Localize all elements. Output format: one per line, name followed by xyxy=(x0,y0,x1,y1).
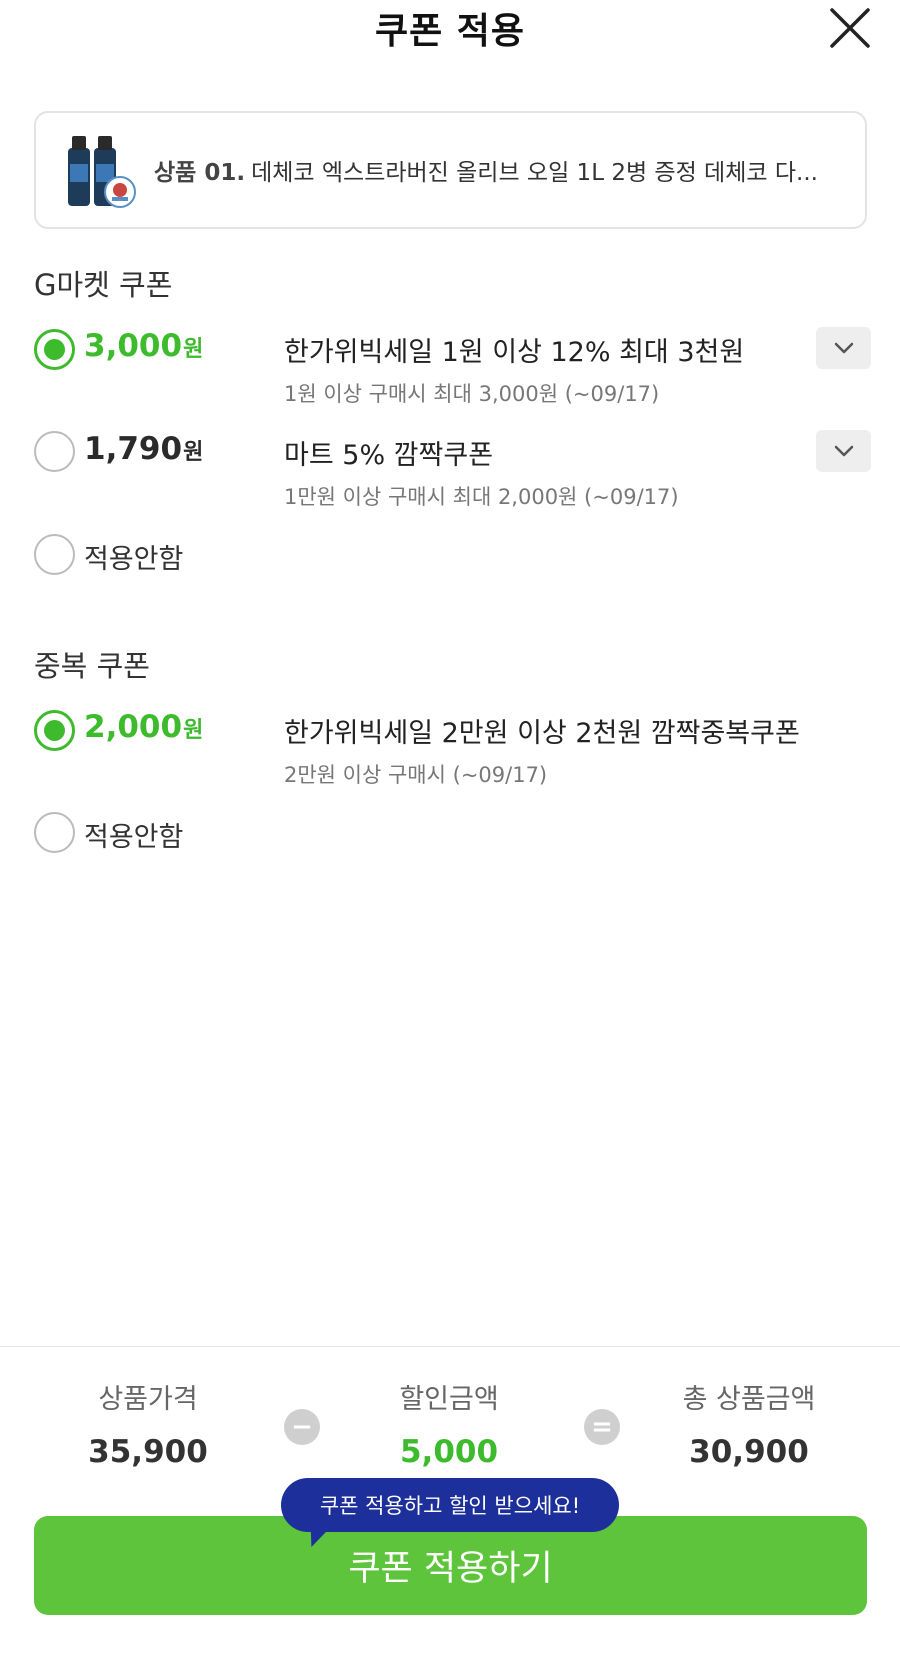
product-name: 상품 01. 데체코 엑스트라버진 올리브 오일 1L 2병 증정 데체코 다..… xyxy=(154,153,834,187)
coupon-radio[interactable] xyxy=(34,431,75,472)
price-summary: 상품가격 35,900 xyxy=(18,1377,278,1470)
minus-icon: − xyxy=(284,1409,320,1445)
discount-value: 5,000 xyxy=(399,1434,499,1470)
modal-header: 쿠폰 적용 xyxy=(0,0,900,60)
coupon-name: 한가위빅세일 1원 이상 12% 최대 3천원 xyxy=(284,337,745,368)
close-icon xyxy=(830,8,870,48)
total-value: 30,900 xyxy=(689,1434,809,1470)
product-card: 상품 01. 데체코 엑스트라버진 올리브 오일 1L 2병 증정 데체코 다..… xyxy=(34,111,867,229)
coupon-name: 마트 5% 깜짝쿠폰 xyxy=(284,440,494,471)
coupon-radio-selected[interactable] xyxy=(34,710,75,751)
product-title: 데체코 엑스트라버진 올리브 오일 1L 2병 증정 데체코 다... xyxy=(251,160,818,186)
none-label: 적용안함 xyxy=(84,544,184,575)
coupon-amount: 1,790원 xyxy=(84,431,204,467)
none-label: 적용안함 xyxy=(84,822,184,853)
close-button[interactable] xyxy=(828,6,872,50)
dup-coupon-title: 중복 쿠폰 xyxy=(34,649,150,683)
coupon-expand-button[interactable] xyxy=(816,327,871,369)
coupon-radio-none[interactable] xyxy=(34,534,75,575)
coupon-expand-button[interactable] xyxy=(816,430,871,472)
total-label: 총 상품금액 xyxy=(682,1384,816,1415)
product-thumbnail xyxy=(68,136,136,208)
coupon-desc: 2만원 이상 구매시 (~09/17) xyxy=(284,763,548,787)
discount-summary: 할인금액 5,000 xyxy=(319,1377,579,1470)
equals-icon: = xyxy=(584,1409,620,1445)
coupon-name: 한가위빅세일 2만원 이상 2천원 깜짝중복쿠폰 xyxy=(284,718,800,749)
coupon-desc: 1원 이상 구매시 최대 3,000원 (~09/17) xyxy=(284,382,660,406)
discount-label: 할인금액 xyxy=(399,1384,499,1415)
coupon-amount: 2,000원 xyxy=(84,709,204,745)
bottom-summary: 상품가격 35,900 − 할인금액 5,000 = 총 상품금액 30,900… xyxy=(0,1346,900,1655)
price-label: 상품가격 xyxy=(98,1384,198,1415)
chevron-down-icon xyxy=(834,445,853,457)
coupon-amount: 3,000원 xyxy=(84,328,204,364)
price-value: 35,900 xyxy=(88,1434,208,1470)
coupon-radio-selected[interactable] xyxy=(34,329,75,370)
coupon-radio-none[interactable] xyxy=(34,812,75,853)
gmarket-coupon-title: G마켓 쿠폰 xyxy=(34,268,173,302)
product-number: 상품 01. xyxy=(154,160,246,186)
chevron-down-icon xyxy=(834,342,853,354)
coupon-desc: 1만원 이상 구매시 최대 2,000원 (~09/17) xyxy=(284,485,679,509)
total-summary: 총 상품금액 30,900 xyxy=(619,1377,879,1470)
page-title: 쿠폰 적용 xyxy=(374,11,525,52)
